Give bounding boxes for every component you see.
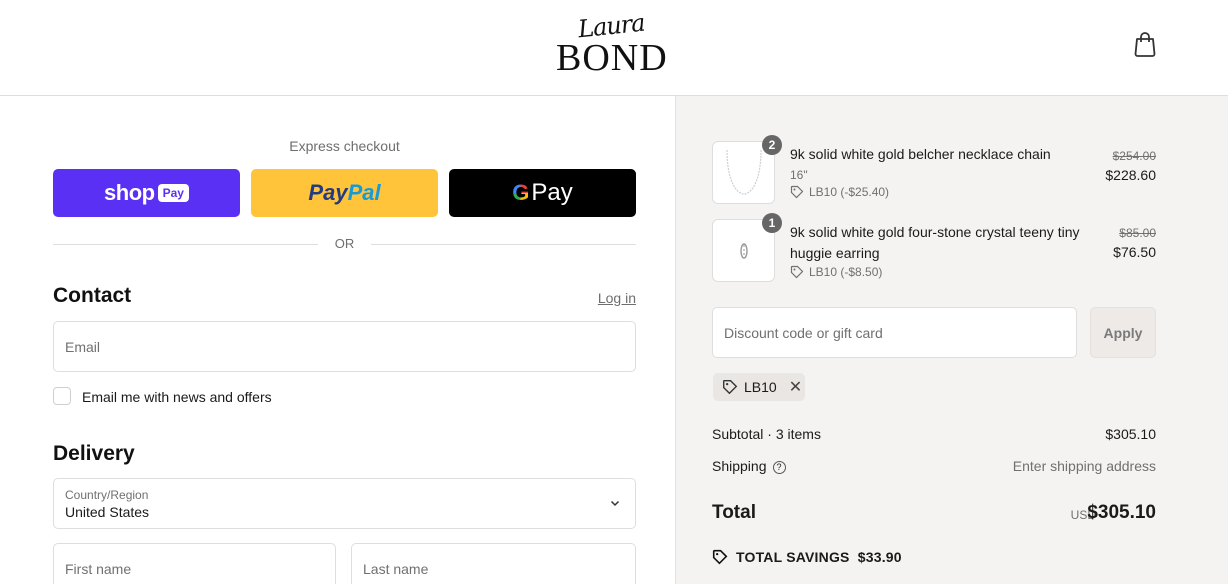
item-variant: 16" — [790, 168, 808, 182]
tag-icon — [723, 380, 738, 395]
tag-icon — [790, 265, 804, 279]
shipping-row-label: Shipping? — [712, 458, 786, 474]
item-discount: LB10 (-$8.50) — [790, 265, 882, 279]
order-summary: 2 9k solid white gold belcher necklace c… — [675, 96, 1228, 584]
logo-main: BOND — [556, 37, 668, 79]
email-field[interactable] — [54, 322, 635, 371]
shop-pay-badge: Pay — [157, 184, 189, 202]
total-value: $305.10 — [1087, 502, 1156, 523]
discounted-price: $76.50 — [1113, 244, 1156, 260]
paypal-wordmark-pay: Pay — [308, 180, 348, 205]
item-discount: LB10 (-$25.40) — [790, 185, 889, 199]
tag-icon — [790, 185, 804, 199]
shop-pay-wordmark: shop — [104, 180, 155, 205]
subtotal-value: $305.10 — [1105, 426, 1156, 442]
google-g-icon: G — [512, 180, 530, 205]
remove-code-icon[interactable]: ✕ — [789, 377, 802, 397]
paypal-wordmark-pal: Pal — [347, 180, 381, 205]
applied-code-text: LB10 — [744, 379, 777, 395]
tag-icon — [712, 549, 728, 565]
shipping-value: Enter shipping address — [1012, 458, 1156, 474]
item-name: 9k solid white gold four-stone crystal t… — [790, 224, 1080, 261]
paypal-button[interactable]: Pay Pal — [251, 169, 438, 217]
apply-button[interactable]: Apply — [1090, 307, 1156, 358]
help-icon[interactable]: ? — [772, 461, 786, 474]
original-price: $254.00 — [1112, 149, 1156, 163]
country-value: United States — [65, 504, 150, 520]
last-name-wrapper — [351, 543, 636, 584]
discount-field-wrapper — [712, 307, 1077, 358]
newsletter-label: Email me with news and offers — [82, 389, 272, 405]
total-label: Total — [712, 502, 756, 523]
shop-pay-button[interactable]: shop Pay — [53, 169, 240, 217]
shipping-label: Shipping — [712, 458, 767, 474]
newsletter-checkbox[interactable] — [53, 387, 71, 405]
total-savings-text: TOTAL SAVINGS $33.90 — [736, 549, 902, 565]
applied-code-chip: LB10 ✕ — [713, 373, 805, 401]
express-checkout-title: Express checkout — [289, 138, 400, 154]
contact-heading: Contact — [53, 284, 132, 307]
header: Laura BOND — [0, 0, 1228, 96]
first-name-field[interactable] — [54, 544, 335, 584]
item-discount-text: LB10 (-$25.40) — [809, 185, 890, 199]
item-name: 9k solid white gold belcher necklace cha… — [790, 146, 1051, 162]
cart-button[interactable] — [1132, 30, 1158, 58]
item-discount-text: LB10 (-$8.50) — [809, 265, 883, 279]
country-select[interactable]: Country/Region United States — [53, 478, 636, 529]
total-savings: TOTAL SAVINGS $33.90 — [712, 549, 902, 565]
first-name-wrapper — [53, 543, 336, 584]
last-name-field[interactable] — [352, 544, 635, 584]
country-label: Country/Region — [65, 488, 149, 502]
discounted-price: $228.60 — [1105, 167, 1156, 183]
shopping-bag-icon — [1134, 32, 1156, 57]
quantity-badge: 2 — [762, 135, 782, 155]
brand-logo[interactable]: Laura BOND — [556, 9, 667, 79]
subtotal-label: Subtotal · 3 items — [712, 426, 821, 442]
or-text: OR — [334, 236, 355, 251]
google-pay-label: Pay — [531, 179, 573, 206]
delivery-heading: Delivery — [53, 442, 135, 465]
discount-code-input[interactable] — [713, 308, 1076, 357]
google-pay-button[interactable]: G Pay — [449, 169, 636, 217]
chevron-down-icon — [610, 500, 620, 507]
checkout-form: Express checkout shop Pay Pay Pal G Pay O… — [0, 96, 675, 584]
quantity-badge: 1 — [762, 213, 782, 233]
or-divider: OR — [53, 236, 636, 254]
original-price: $85.00 — [1119, 226, 1156, 240]
login-link[interactable]: Log in — [560, 290, 636, 306]
email-field-wrapper — [53, 321, 636, 372]
